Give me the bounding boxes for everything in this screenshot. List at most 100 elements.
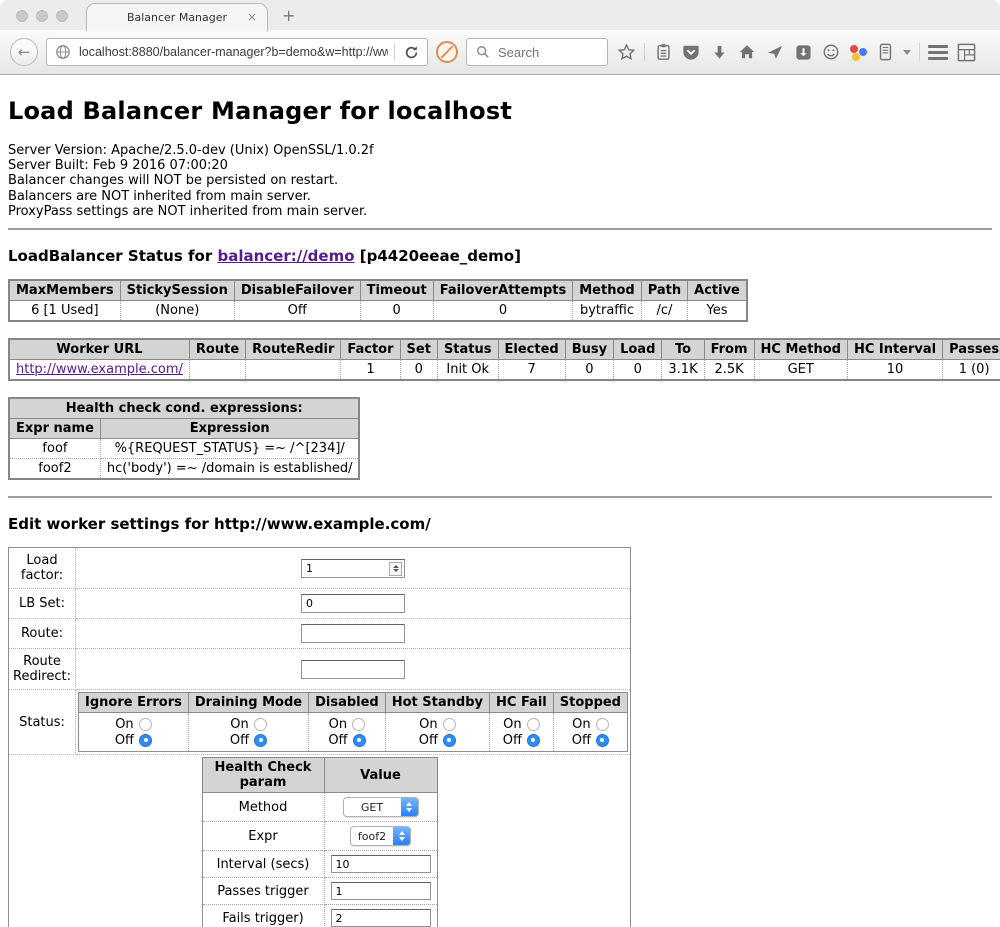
device-extension-icon[interactable] — [875, 42, 895, 62]
home-icon[interactable] — [737, 42, 757, 62]
health-check-table: Health Check param Value Method GET — [202, 757, 438, 927]
route-redirect-input[interactable] — [301, 660, 405, 679]
tab-close-icon[interactable]: × — [247, 11, 257, 23]
balancer-status-heading: LoadBalancer Status for balancer://demo … — [8, 247, 992, 265]
hot-standby-on-radio[interactable] — [443, 718, 456, 731]
col-health-param: Health Check param — [202, 758, 324, 793]
toolbar-divider — [644, 43, 645, 61]
status-row: Status: Ignore Errors Draining Mode Disa… — [9, 690, 631, 755]
blocked-content-icon[interactable] — [436, 41, 458, 63]
ignore-errors-off-radio[interactable] — [139, 734, 152, 747]
hc-fail-off-radio[interactable] — [527, 734, 540, 747]
col-hc-fail: HC Fail — [490, 693, 554, 713]
col-active: Active — [688, 280, 747, 301]
search-bar[interactable] — [466, 38, 608, 66]
divider-rule — [8, 496, 992, 498]
health-check-row: Health Check param Value Method GET — [9, 755, 631, 927]
col-timeout: Timeout — [360, 280, 433, 301]
tab-balancer-manager[interactable]: Balancer Manager × — [86, 3, 268, 31]
search-input[interactable] — [498, 45, 601, 60]
lb-set-label: LB Set: — [9, 589, 76, 619]
extension-menu-caret-icon[interactable] — [903, 50, 911, 55]
interval-row: Interval (secs) — [202, 851, 437, 878]
ignore-errors-on-radio[interactable] — [139, 718, 152, 731]
expressions-title-row: Health check cond. expressions: — [9, 398, 359, 419]
search-icon — [473, 42, 493, 62]
disabled-on-radio[interactable] — [352, 718, 365, 731]
table-header-row: Expr name Expression — [9, 419, 359, 439]
col-expression: Expression — [100, 419, 359, 439]
worker-url-link[interactable]: http://www.example.com/ — [16, 362, 183, 377]
route-input[interactable] — [301, 624, 405, 643]
balancer-demo-link[interactable]: balancer://demo — [217, 247, 354, 265]
fails-input[interactable] — [331, 909, 431, 927]
tab-title: Balancer Manager — [127, 11, 227, 24]
col-health-value: Value — [324, 758, 437, 793]
url-input[interactable] — [79, 45, 388, 59]
lb-set-input[interactable] — [301, 594, 405, 613]
col-disablefailover: DisableFailover — [234, 280, 360, 301]
number-stepper-icon[interactable] — [389, 562, 402, 576]
panel-download-icon[interactable] — [793, 42, 813, 62]
select-chevrons-icon — [401, 798, 418, 816]
hc-fail-on-radio[interactable] — [527, 718, 540, 731]
inherit-note-line: Balancers are NOT inherited from main se… — [8, 189, 992, 204]
back-arrow-icon: ← — [18, 43, 31, 61]
col-draining-mode: Draining Mode — [188, 693, 308, 713]
tiles-grid-icon[interactable] — [956, 42, 976, 62]
url-divider — [394, 43, 395, 61]
interval-input[interactable] — [331, 855, 431, 873]
clipboard-icon[interactable] — [653, 42, 673, 62]
window-controls — [16, 10, 68, 22]
reload-icon[interactable] — [401, 42, 421, 62]
table-header-row: MaxMembers StickySession DisableFailover… — [9, 280, 747, 301]
pocket-icon[interactable] — [681, 42, 701, 62]
col-hot-standby: Hot Standby — [385, 693, 489, 713]
zoom-window-button[interactable] — [56, 10, 68, 22]
menu-icon[interactable] — [928, 45, 948, 60]
expr-row: foof2 hc('body') =~ /domain is establish… — [9, 459, 359, 480]
col-failoverattempts: FailoverAttempts — [433, 280, 573, 301]
method-row: Method GET — [202, 793, 437, 822]
method-select[interactable]: GET — [343, 797, 419, 817]
send-plane-icon[interactable] — [765, 42, 785, 62]
page-content: Load Balancer Manager for localhost Serv… — [0, 75, 1000, 927]
passes-input[interactable] — [331, 882, 431, 900]
col-path: Path — [641, 280, 687, 301]
hot-standby-off-radio[interactable] — [443, 734, 456, 747]
extension-dots-icon[interactable] — [849, 43, 867, 61]
select-chevrons-icon — [393, 827, 410, 845]
edit-worker-heading: Edit worker settings for http://www.exam… — [8, 515, 992, 533]
worker-table: Worker URL Route RouteRedir Factor Set S… — [8, 338, 1000, 381]
server-built-line: Server Built: Feb 9 2016 07:00:20 — [8, 158, 992, 173]
close-window-button[interactable] — [16, 10, 28, 22]
lb-set-row: LB Set: — [9, 589, 631, 619]
expressions-table: Health check cond. expressions: Expr nam… — [8, 397, 360, 480]
back-button[interactable]: ← — [10, 38, 38, 66]
minimize-window-button[interactable] — [36, 10, 48, 22]
stopped-off-radio[interactable] — [596, 734, 609, 747]
route-redirect-label: Route Redirect: — [9, 649, 76, 690]
balancer-status-table: MaxMembers StickySession DisableFailover… — [8, 279, 748, 322]
stopped-on-radio[interactable] — [596, 718, 609, 731]
downloads-icon[interactable] — [709, 42, 729, 62]
col-maxmembers: MaxMembers — [9, 280, 120, 301]
browser-window: Balancer Manager × + ← — [0, 0, 1000, 927]
col-method: Method — [573, 280, 641, 301]
new-tab-button[interactable]: + — [282, 6, 295, 25]
server-version-line: Server Version: Apache/2.5.0-dev (Unix) … — [8, 143, 992, 158]
navigation-toolbar: ← — [0, 30, 1000, 75]
table-row: 6 [1 Used] (None) Off 0 0 bytraffic /c/ … — [9, 301, 747, 322]
table-header-row: Worker URL Route RouteRedir Factor Set S… — [9, 339, 1000, 360]
draining-mode-on-radio[interactable] — [254, 718, 267, 731]
bookmark-star-icon[interactable] — [616, 42, 636, 62]
disabled-off-radio[interactable] — [353, 734, 366, 747]
divider-rule — [8, 228, 992, 230]
balancer-heading-suffix: [p4420eeae_demo] — [355, 247, 521, 265]
proxypass-note-line: ProxyPass settings are NOT inherited fro… — [8, 204, 992, 219]
url-bar[interactable] — [46, 38, 428, 66]
smiley-icon[interactable] — [821, 42, 841, 62]
method-label: Method — [202, 793, 324, 822]
draining-mode-off-radio[interactable] — [254, 734, 267, 747]
expr-select[interactable]: foof2 — [350, 826, 411, 846]
